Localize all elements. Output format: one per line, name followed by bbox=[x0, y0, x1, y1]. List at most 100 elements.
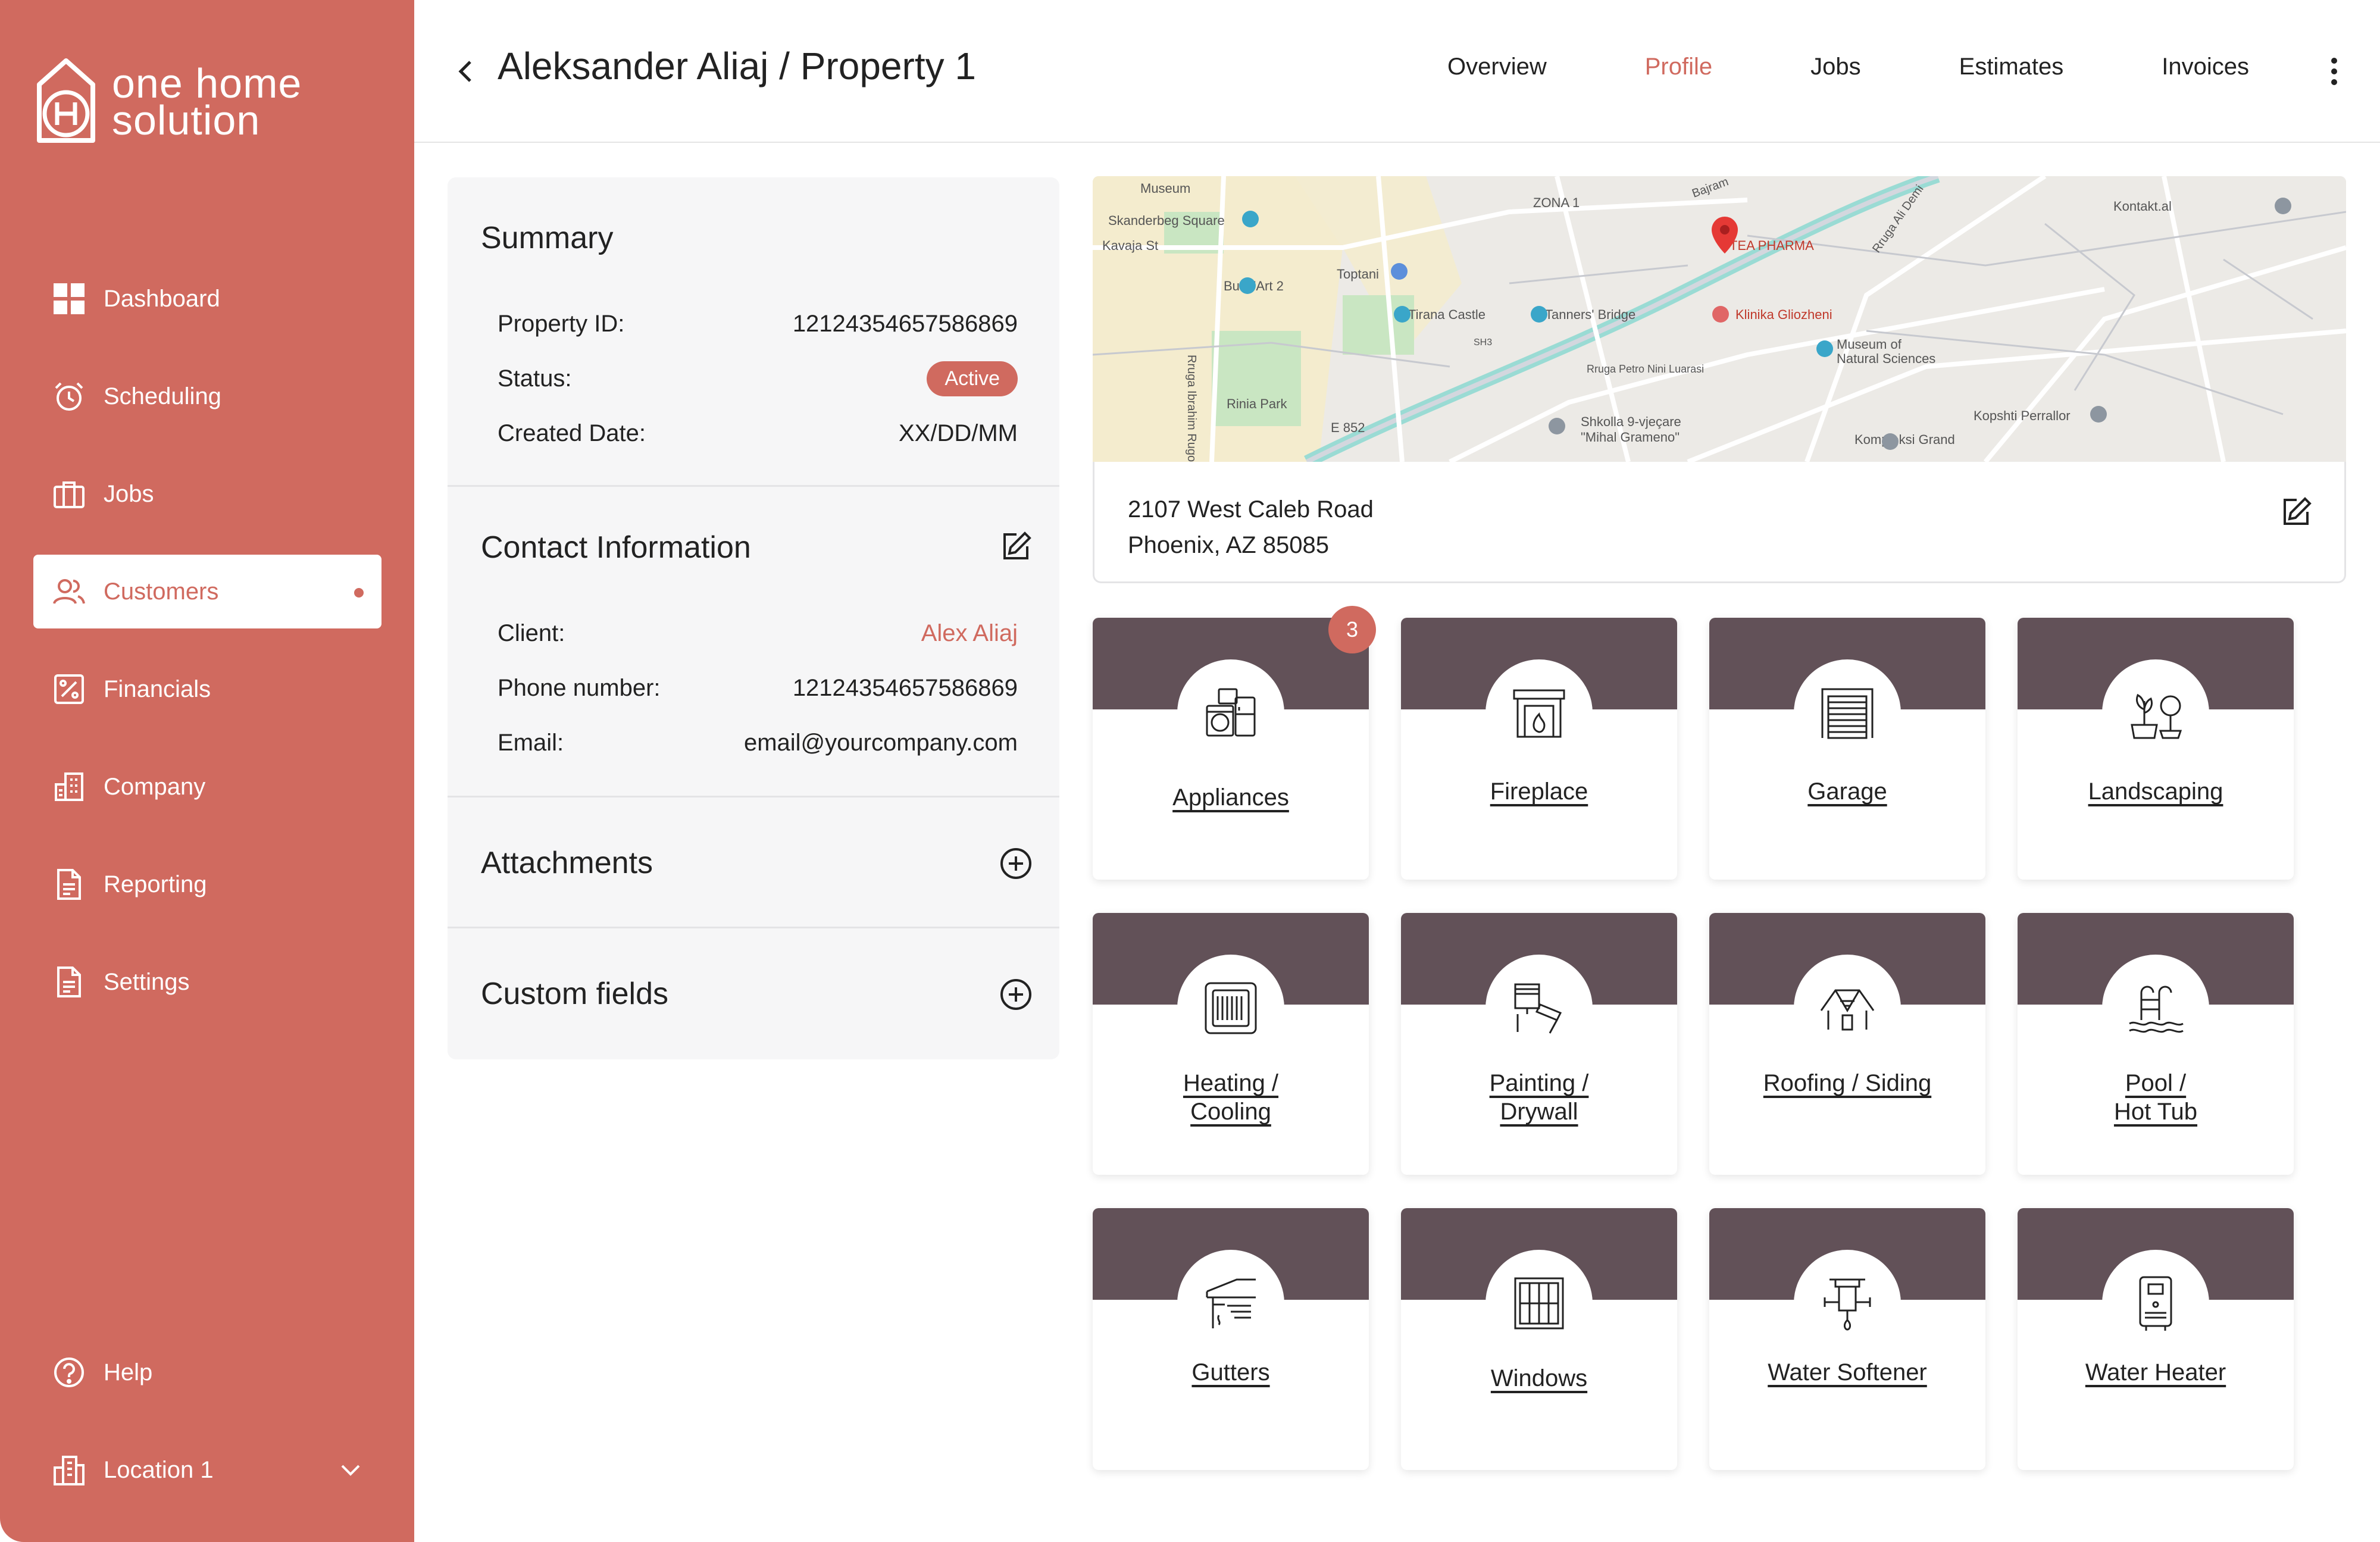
map-label: Rruga Ibrahim Rugova bbox=[1185, 355, 1198, 462]
address-line1: 2107 West Caleb Road bbox=[1128, 496, 1374, 523]
page-header: Aleksander Aliaj / Property 1 Overview P… bbox=[414, 0, 2380, 143]
status-badge: Active bbox=[927, 361, 1018, 396]
water-heater-icon bbox=[2139, 1276, 2172, 1331]
sidebar-nav: Dashboard Scheduling Jobs Customers Fina… bbox=[33, 262, 381, 1043]
map-label: Rruga Petro Nini Luarasi bbox=[1587, 363, 1704, 375]
sidebar-item-customers[interactable]: Customers bbox=[33, 555, 381, 628]
tab-profile[interactable]: Profile bbox=[1645, 54, 1712, 80]
tab-estimates[interactable]: Estimates bbox=[1959, 54, 2064, 80]
brand-name-line1: one home bbox=[112, 60, 302, 107]
custom-fields-section: Custom fields bbox=[448, 928, 1059, 1059]
category-tile-pool-hot-tub[interactable]: Pool / Hot Tub bbox=[2018, 913, 2294, 1175]
map-label: E 852 bbox=[1331, 420, 1365, 435]
category-label-line2: Drywall bbox=[1500, 1099, 1578, 1125]
edit-address-icon[interactable] bbox=[2279, 495, 2313, 530]
category-label: Fireplace bbox=[1490, 778, 1588, 805]
gutters-icon bbox=[1206, 1278, 1256, 1328]
category-tile-fireplace[interactable]: Fireplace bbox=[1401, 618, 1677, 880]
sidebar-item-label: Scheduling bbox=[104, 383, 221, 409]
sidebar-item-financials[interactable]: Financials bbox=[33, 652, 381, 726]
building-icon bbox=[51, 769, 87, 805]
status-row: Status: Active bbox=[481, 351, 1018, 406]
contact-title: Contact Information bbox=[481, 530, 751, 565]
sidebar-item-scheduling[interactable]: Scheduling bbox=[33, 359, 381, 433]
hvac-icon bbox=[1205, 982, 1257, 1034]
building-icon bbox=[51, 1452, 87, 1488]
email-row: Email: email@yourcompany.com bbox=[481, 715, 1018, 770]
chevron-down-icon[interactable] bbox=[337, 1457, 364, 1483]
client-row: Client: Alex Aliaj bbox=[481, 606, 1018, 661]
sidebar: one home solution Dashboard Scheduling J… bbox=[0, 0, 414, 1542]
client-link[interactable]: Alex Aliaj bbox=[921, 620, 1018, 647]
active-indicator-dot bbox=[354, 588, 364, 598]
category-tile-heating-cooling[interactable]: Heating / Cooling bbox=[1093, 913, 1369, 1175]
sidebar-item-label: Jobs bbox=[104, 480, 154, 507]
map-label: Tirana Castle bbox=[1408, 307, 1485, 322]
location-dropdown[interactable]: Location 1 bbox=[33, 1433, 381, 1507]
custom-fields-title: Custom fields bbox=[481, 977, 668, 1011]
category-label: Gutters bbox=[1191, 1359, 1270, 1385]
tab-overview[interactable]: Overview bbox=[1447, 54, 1547, 80]
category-tile-painting-drywall[interactable]: Painting / Drywall bbox=[1401, 913, 1677, 1175]
category-label-line1: Heating / bbox=[1183, 1070, 1279, 1096]
category-tile-garage[interactable]: Garage bbox=[1709, 618, 1985, 880]
document-icon bbox=[51, 964, 87, 1000]
category-tile-windows[interactable]: Windows bbox=[1401, 1208, 1677, 1470]
painting-icon bbox=[1514, 983, 1562, 1034]
map-label: ZONA 1 bbox=[1533, 195, 1580, 210]
add-custom-field-icon[interactable] bbox=[999, 977, 1033, 1012]
sidebar-item-dashboard[interactable]: Dashboard bbox=[33, 262, 381, 336]
roofing-icon bbox=[1820, 989, 1875, 1031]
more-options-icon[interactable] bbox=[2330, 57, 2338, 86]
location-selector[interactable]: Location 1 bbox=[33, 1433, 381, 1507]
category-tile-gutters[interactable]: Gutters bbox=[1093, 1208, 1369, 1470]
map-label: TEA PHARMA bbox=[1730, 238, 1814, 253]
sidebar-item-label: Dashboard bbox=[104, 285, 220, 312]
map-label: Klinika Gliozheni bbox=[1735, 307, 1832, 322]
contact-section: Contact Information Client: Alex Aliaj P… bbox=[448, 487, 1059, 797]
tab-invoices[interactable]: Invoices bbox=[2162, 54, 2249, 80]
tab-jobs[interactable]: Jobs bbox=[1810, 54, 1861, 80]
created-date-label: Created Date: bbox=[498, 420, 646, 446]
category-label-line2: Hot Tub bbox=[2113, 1099, 2198, 1125]
sidebar-item-jobs[interactable]: Jobs bbox=[33, 457, 381, 531]
back-arrow-icon[interactable] bbox=[450, 54, 480, 89]
client-label: Client: bbox=[498, 620, 565, 646]
sidebar-item-label: Financials bbox=[104, 675, 211, 702]
logo[interactable]: one home solution bbox=[33, 57, 302, 146]
house-logo-icon bbox=[37, 58, 95, 143]
profile-tabs: Overview Profile Jobs Estimates Invoices bbox=[1349, 54, 2249, 80]
sidebar-item-label: Reporting bbox=[104, 871, 207, 897]
count-badge: 3 bbox=[1328, 606, 1376, 653]
add-attachment-icon[interactable] bbox=[999, 846, 1033, 881]
category-tile-landscaping[interactable]: Landscaping bbox=[2018, 618, 2294, 880]
category-tile-appliances[interactable]: Appliances 3 bbox=[1093, 606, 1376, 880]
category-tile-water-softener[interactable]: Water Softener bbox=[1709, 1208, 1985, 1470]
sidebar-item-help[interactable]: Help bbox=[33, 1335, 381, 1409]
sidebar-item-settings[interactable]: Settings bbox=[33, 945, 381, 1019]
phone-label: Phone number: bbox=[498, 674, 661, 701]
created-date-row: Created Date: XX/DD/MM bbox=[481, 406, 1018, 461]
category-tile-roofing-siding[interactable]: Roofing / Siding bbox=[1709, 913, 1985, 1175]
property-map[interactable]: Museum Skanderbeg Square Kavaja St ZONA … bbox=[1093, 176, 2346, 462]
category-label: Garage bbox=[1807, 778, 1887, 805]
edit-icon[interactable] bbox=[999, 530, 1033, 564]
location-label: Location 1 bbox=[104, 1456, 214, 1483]
created-date-value: XX/DD/MM bbox=[899, 420, 1018, 446]
sidebar-item-reporting[interactable]: Reporting bbox=[33, 847, 381, 921]
map-label: "Mihal Grameno" bbox=[1581, 430, 1680, 445]
windows-icon bbox=[1514, 1277, 1564, 1330]
help-section: Help bbox=[33, 1335, 381, 1409]
category-label: Windows bbox=[1490, 1365, 1588, 1391]
sidebar-item-label: Help bbox=[104, 1359, 153, 1385]
email-value: email@yourcompany.com bbox=[743, 729, 1018, 756]
briefcase-icon bbox=[51, 476, 87, 512]
summary-title: Summary bbox=[481, 221, 614, 255]
category-tile-water-heater[interactable]: Water Heater bbox=[2018, 1208, 2294, 1470]
sidebar-item-company[interactable]: Company bbox=[33, 750, 381, 824]
address-card: 2107 West Caleb Road Phoenix, AZ 85085 bbox=[1093, 462, 2346, 583]
sidebar-item-label: Settings bbox=[104, 968, 190, 995]
help-icon bbox=[51, 1355, 87, 1390]
garage-icon bbox=[1821, 688, 1874, 739]
map-label: Kompleksi Grand bbox=[1854, 432, 1955, 447]
